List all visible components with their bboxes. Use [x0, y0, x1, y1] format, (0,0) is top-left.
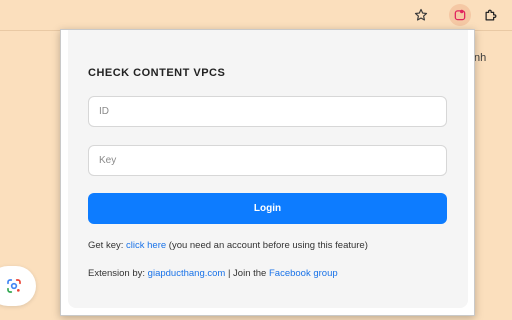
id-input[interactable] — [88, 96, 447, 127]
browser-toolbar — [0, 0, 512, 30]
get-key-prefix: Get key: — [88, 240, 127, 251]
click-here-link[interactable]: click here — [126, 240, 166, 251]
popup-title: CHECK CONTENT VPCS — [88, 67, 226, 79]
get-key-line: Get key: click here (you need an account… — [88, 240, 368, 251]
facebook-group-link[interactable]: Facebook group — [269, 268, 338, 279]
extension-active-icon[interactable] — [449, 4, 471, 26]
extension-prefix: Extension by: — [88, 268, 148, 279]
star-icon[interactable] — [410, 4, 432, 26]
extension-popup: CHECK CONTENT VPCS Login Get key: click … — [60, 29, 475, 316]
get-key-suffix: (you need an account before using this f… — [166, 240, 368, 251]
google-lens-button[interactable] — [0, 266, 36, 306]
extension-separator: | Join the — [225, 268, 269, 279]
key-input[interactable] — [88, 145, 447, 176]
background-page-text: nh — [474, 52, 487, 64]
author-link[interactable]: giapducthang.com — [148, 268, 226, 279]
extension-credit-line: Extension by: giapducthang.com | Join th… — [88, 268, 338, 279]
login-button[interactable]: Login — [88, 193, 447, 224]
popup-card: CHECK CONTENT VPCS Login Get key: click … — [68, 30, 468, 308]
puzzle-icon[interactable] — [479, 4, 501, 26]
google-lens-icon — [7, 279, 21, 293]
